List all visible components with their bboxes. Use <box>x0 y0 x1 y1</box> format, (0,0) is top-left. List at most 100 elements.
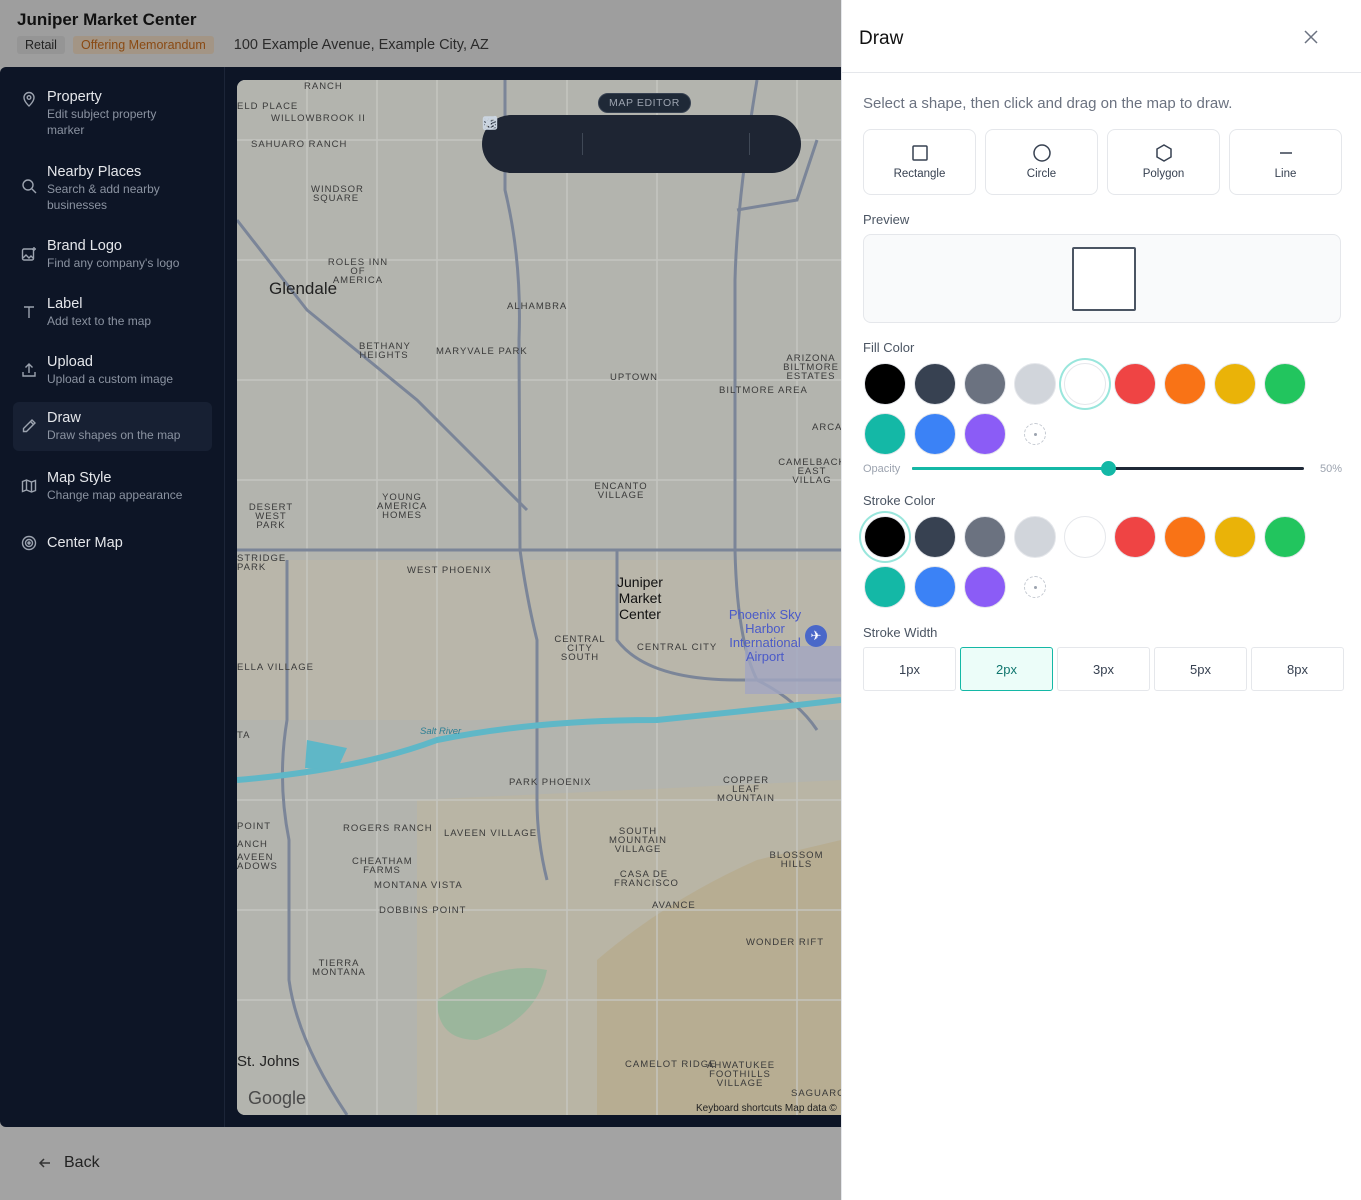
fill-color-swatch[interactable] <box>1064 363 1106 405</box>
sidebar-item-brand-logo[interactable]: Brand Logo Find any company's logo <box>13 230 212 279</box>
map-label: STRIDGE PARK <box>237 553 287 573</box>
map-label: ARCA <box>812 422 841 433</box>
stroke-color-swatch[interactable] <box>914 516 956 558</box>
map-label: COPPER LEAF MOUNTAIN <box>717 775 775 804</box>
stroke-color-swatch[interactable] <box>1214 516 1256 558</box>
sidebar-item-title: Upload <box>47 354 93 370</box>
map-attribution[interactable]: Keyboard shortcuts Map data © <box>696 1103 837 1114</box>
stroke-width-option[interactable]: 1px <box>863 647 956 691</box>
fill-color-swatch[interactable] <box>1264 363 1306 405</box>
fill-color-swatch[interactable] <box>864 363 906 405</box>
sidebar-item-subtitle: Search & add nearby businesses <box>47 182 160 212</box>
stroke-width-label: Stroke Width <box>863 625 938 640</box>
map-label: ROGERS RANCH <box>343 823 433 834</box>
stroke-color-custom-color-button[interactable] <box>1014 566 1056 608</box>
layers-icon[interactable] <box>482 116 798 157</box>
path-icon[interactable] <box>482 115 727 157</box>
map-label: ELD PLACE <box>237 101 299 112</box>
fill-color-swatch[interactable] <box>914 413 956 455</box>
map-label: DESERT WEST PARK <box>248 502 294 531</box>
stroke-width-option[interactable]: 8px <box>1251 647 1344 691</box>
undo-icon[interactable] <box>482 117 512 157</box>
map-label: AVEEN ADOWS <box>237 852 278 872</box>
map-toolbar <box>482 115 801 173</box>
preview-rectangle <box>1072 247 1136 311</box>
opacity-slider-thumb[interactable] <box>1101 461 1116 476</box>
property-marker-label[interactable]: Juniper Market Center <box>617 574 663 622</box>
fill-color-swatch[interactable] <box>1214 363 1256 405</box>
opacity-slider-fill <box>912 467 1108 470</box>
shape-label: Polygon <box>1142 168 1185 180</box>
fill-color-swatch[interactable] <box>964 413 1006 455</box>
shape-line-button[interactable]: Line <box>1229 129 1342 195</box>
stroke-color-swatch[interactable] <box>1064 516 1106 558</box>
pencil-icon <box>22 419 36 433</box>
sidebar-item-subtitle: Find any company's logo <box>47 256 180 270</box>
airport-label: Phoenix Sky Harbor International Airport <box>728 607 802 664</box>
sidebar-item-draw[interactable]: Draw Draw shapes on the map <box>13 402 212 451</box>
image-icon[interactable] <box>482 116 679 157</box>
stroke-width-options: 1px 2px 3px 5px 8px <box>863 647 1348 691</box>
fill-color-swatch[interactable] <box>1114 363 1156 405</box>
fill-color-swatch[interactable] <box>964 363 1006 405</box>
sidebar-item-map-style[interactable]: Map Style Change map appearance <box>13 462 212 511</box>
sidebar-item-subtitle: Change map appearance <box>47 488 183 502</box>
editor-workspace: Property Edit subject property marker Nea… <box>0 67 841 1127</box>
close-icon[interactable] <box>1302 28 1320 46</box>
sidebar-item-property[interactable]: Property Edit subject property marker <box>13 81 212 146</box>
map-label: TIERRA MONTANA <box>312 958 366 978</box>
map-label: CASA DE FRANCISCO <box>614 869 679 889</box>
city-label-glendale: Glendale <box>269 279 338 298</box>
stroke-width-option[interactable]: 2px <box>960 647 1053 691</box>
sidebar-item-upload[interactable]: Upload Upload a custom image <box>13 346 212 395</box>
fill-color-swatch[interactable] <box>864 413 906 455</box>
shape-circle-button[interactable]: Circle <box>985 129 1098 195</box>
sidebar-item-title: Draw <box>47 410 81 426</box>
map-label: POINT <box>237 821 272 832</box>
map-label: ENCANTO VILLAGE <box>594 481 648 501</box>
stroke-width-option[interactable]: 3px <box>1057 647 1150 691</box>
fill-color-swatch[interactable] <box>1014 363 1056 405</box>
stroke-color-swatch[interactable] <box>1114 516 1156 558</box>
map-label: CENTRAL CITY SOUTH <box>554 634 606 663</box>
map-editor-badge: MAP EDITOR <box>598 93 691 113</box>
opacity-value: 50% <box>1320 463 1343 475</box>
map-label: ALHAMBRA <box>507 301 568 312</box>
map-label: CAMELBACK EAST VILLAG <box>778 457 841 486</box>
map-icon <box>21 479 37 493</box>
stroke-color-swatch[interactable] <box>1014 516 1056 558</box>
shape-rectangle-button[interactable]: Rectangle <box>863 129 976 195</box>
stroke-color-swatch[interactable] <box>864 566 906 608</box>
back-button[interactable]: Back <box>38 1154 100 1172</box>
stroke-color-swatch[interactable] <box>1264 516 1306 558</box>
footer-bar <box>0 1127 841 1200</box>
map-canvas[interactable]: MAP EDITOR RANCH ELD PLACE WILLOWBROOK I… <box>237 80 841 1115</box>
sidebar-item-center-map[interactable]: Center Map <box>13 527 212 560</box>
fill-color-custom-color-button[interactable] <box>1014 413 1056 455</box>
stroke-color-label: Stroke Color <box>863 493 936 508</box>
map-label: CHEATHAM FARMS <box>352 856 413 876</box>
map-label: WINDSOR SQUARE <box>311 184 364 204</box>
sidebar-item-label[interactable]: Label Add text to the map <box>13 288 212 337</box>
fill-color-swatch[interactable] <box>914 363 956 405</box>
stroke-color-swatch[interactable] <box>964 566 1006 608</box>
square-icon <box>911 145 928 161</box>
redo-icon[interactable] <box>484 117 560 157</box>
stroke-color-swatch[interactable] <box>964 516 1006 558</box>
sidebar-item-subtitle: Upload a custom image <box>47 372 174 386</box>
stroke-color-swatch[interactable] <box>1164 516 1206 558</box>
stroke-color-swatch[interactable] <box>914 566 956 608</box>
sidebar-item-nearby-places[interactable]: Nearby Places Search & add nearby busines… <box>13 156 212 221</box>
fill-color-swatch[interactable] <box>1164 363 1206 405</box>
marker-line: Market <box>618 590 662 606</box>
map-label: MARYVALE PARK <box>436 346 528 357</box>
search-icon <box>22 179 37 194</box>
shape-polygon-button[interactable]: Polygon <box>1107 129 1220 195</box>
stroke-color-swatch[interactable] <box>864 516 906 558</box>
shape-label: Circle <box>1026 168 1057 180</box>
text-icon[interactable] <box>484 117 631 157</box>
fill-color-swatches <box>864 363 1306 455</box>
opacity-slider[interactable] <box>912 461 1304 476</box>
stroke-width-option[interactable]: 5px <box>1154 647 1247 691</box>
city-label-st-johns: St. Johns <box>237 1053 300 1070</box>
